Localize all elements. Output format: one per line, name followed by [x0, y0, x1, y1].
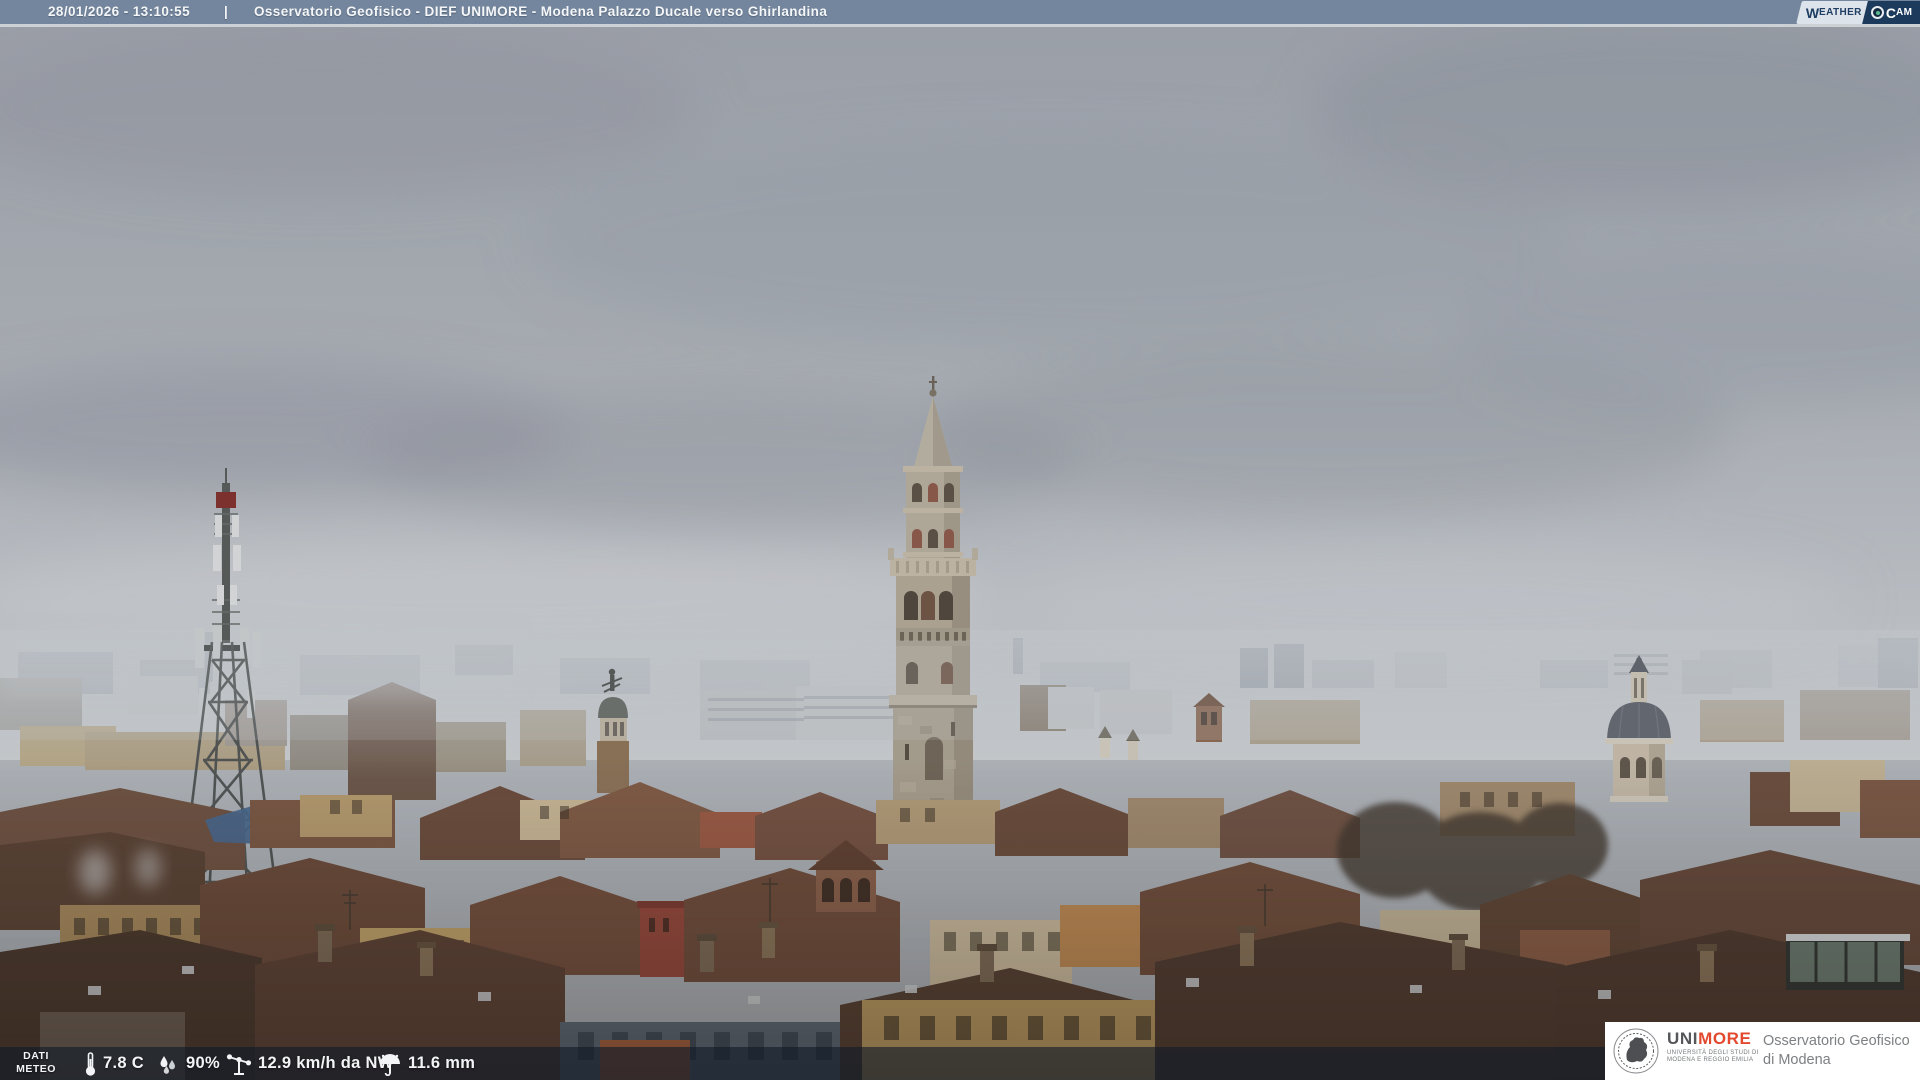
unimore-logo-box: UNIMORE UNIVERSITÀ DEGLI STUDI DI MODENA…	[1605, 1022, 1920, 1080]
city-panorama-photo	[0, 0, 1920, 1080]
separator: |	[224, 4, 229, 19]
weathercam-logo: W EATHER C AM	[1795, 1, 1920, 24]
weathercam-word-weather-rest: EATHER	[1818, 7, 1862, 18]
webcam-frame: 28/01/2026 - 13:10:55 | Osservatorio Geo…	[0, 0, 1920, 1080]
observatory-name: Osservatorio Geofisico di Modena	[1763, 1033, 1910, 1068]
unimore-wordmark: UNIMORE	[1667, 1029, 1752, 1048]
camera-lens-icon	[1870, 6, 1884, 19]
humidity-item: 90%	[156, 1047, 220, 1080]
wind-item: 12.9 km/h da NW	[226, 1047, 394, 1080]
weather-bar-label: DATI METEO	[16, 1050, 56, 1075]
rain-icon	[378, 1052, 402, 1076]
precipitation-value: 11.6 mm	[408, 1054, 476, 1072]
humidity-value: 90%	[186, 1054, 220, 1072]
thermometer-icon	[84, 1051, 97, 1077]
temperature-item: 7.8 C	[84, 1047, 144, 1080]
weathercam-word-cam-initial: C	[1885, 4, 1896, 21]
humidity-icon	[156, 1052, 180, 1076]
weathercam-word-weather-initial: W	[1805, 4, 1819, 21]
timestamp: 28/01/2026 - 13:10:55	[48, 4, 191, 19]
university-subtitle: UNIVERSITÀ DEGLI STUDI DI MODENA E REGGI…	[1667, 1050, 1759, 1063]
precipitation-item: 11.6 mm	[378, 1047, 475, 1080]
wind-icon	[226, 1052, 252, 1076]
header-bar: 28/01/2026 - 13:10:55 | Osservatorio Geo…	[0, 0, 1920, 27]
webcam-title: Osservatorio Geofisico - DIEF UNIMORE - …	[254, 4, 828, 19]
temperature-value: 7.8 C	[103, 1054, 144, 1072]
weathercam-word-cam-rest: AM	[1895, 7, 1912, 18]
university-seal-icon	[1613, 1028, 1659, 1074]
wind-value: 12.9 km/h da NW	[258, 1054, 394, 1072]
